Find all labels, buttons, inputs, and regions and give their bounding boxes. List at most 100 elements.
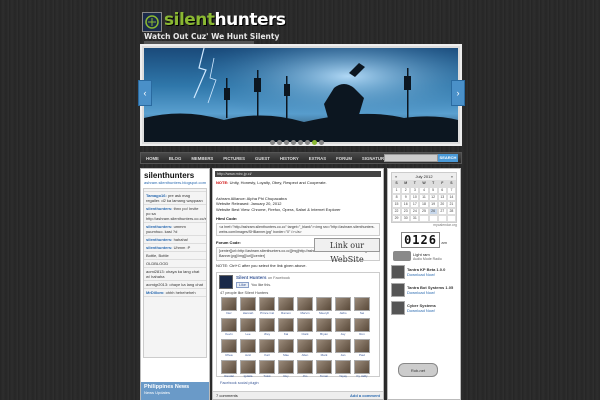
fb-fan[interactable]: Rhea [221, 338, 237, 357]
html-code-box[interactable]: <a href="http://ashram.silenthunters.co.… [216, 223, 380, 237]
download-link[interactable]: Download Now! [407, 308, 436, 313]
fb-fan[interactable]: Ky Jailly [354, 359, 370, 378]
slider-dot[interactable] [284, 140, 289, 145]
cal-day[interactable]: 3 [410, 187, 420, 194]
slider-dot[interactable] [270, 140, 275, 145]
cal-day[interactable]: 12 [428, 194, 438, 201]
fb-fan[interactable]: Igdaila [240, 359, 256, 378]
cal-day[interactable]: 18 [419, 201, 429, 208]
fb-fan[interactable]: Tomar [316, 359, 332, 378]
nav-item-guest[interactable]: GUEST [250, 156, 275, 161]
cal-day[interactable]: 27 [437, 208, 447, 215]
link-banner[interactable]: Link our WebSite [314, 238, 380, 264]
slider-dot[interactable] [291, 140, 296, 145]
cal-day[interactable]: 22 [392, 208, 402, 215]
cal-day[interactable]: 10 [410, 194, 420, 201]
nav-item-members[interactable]: MEMBERS [186, 156, 218, 161]
fb-fan[interactable]: Jay [335, 317, 351, 336]
download-item[interactable]: Cyber Systems Download Now! [391, 301, 457, 315]
cal-day[interactable]: 26 [428, 208, 438, 215]
shout-author[interactable]: silenthunters: [146, 237, 174, 242]
fb-fan[interactable]: Tulok [259, 359, 275, 378]
fb-fan[interactable]: Sei [354, 296, 370, 315]
nav-item-blog[interactable]: BLOG [164, 156, 186, 161]
fb-fan[interactable]: Marvin [297, 296, 313, 315]
cal-day[interactable]: 16 [401, 201, 411, 208]
fb-fan[interactable]: Clark [297, 317, 313, 336]
light-toggle[interactable] [393, 251, 411, 261]
download-link[interactable]: Download Now! [407, 272, 445, 277]
cal-day[interactable]: 17 [410, 201, 420, 208]
fb-fan[interactable]: Yayay [335, 359, 351, 378]
fb-fan[interactable]: Allen [297, 338, 313, 357]
cal-day[interactable]: 23 [401, 208, 411, 215]
fb-fan[interactable]: Mae [278, 338, 294, 357]
search-button[interactable]: SEARCH [438, 154, 458, 162]
slider-prev-button[interactable]: ‹ [138, 80, 152, 106]
fb-fan[interactable]: Paul [354, 338, 370, 357]
fb-fan[interactable]: Jhey [259, 317, 275, 336]
slider-dot[interactable] [298, 140, 303, 145]
slider-dot[interactable] [312, 140, 317, 145]
cal-next-icon[interactable]: » [451, 174, 453, 179]
cal-day[interactable]: 28 [446, 208, 456, 215]
fb-fan[interactable]: Jaiho [335, 296, 351, 315]
fb-page-logo[interactable] [219, 274, 233, 289]
fb-fan[interactable]: Kevin [221, 317, 237, 336]
cal-day[interactable]: 14 [446, 194, 456, 201]
fb-fan[interactable]: Kai [278, 317, 294, 336]
fb-fan[interactable]: Jan [335, 338, 351, 357]
fb-fan[interactable]: Mark [316, 338, 332, 357]
nav-item-home[interactable]: HOME [141, 156, 164, 161]
cal-day[interactable]: 9 [401, 194, 411, 201]
news-box[interactable]: Philippines News News Updates [141, 382, 209, 400]
cal-day[interactable]: 8 [392, 194, 402, 201]
fb-fan[interactable]: Meeryll [316, 296, 332, 315]
fb-fan[interactable]: Ramon [278, 296, 294, 315]
cal-day[interactable]: 1 [392, 187, 402, 194]
cal-day[interactable]: 21 [446, 201, 456, 208]
cal-day[interactable]: 6 [437, 187, 447, 194]
calendar-credit[interactable]: mycalendar.org [388, 223, 460, 227]
shout-author[interactable]: MrDillom: [146, 290, 166, 295]
shoutbox[interactable]: Tamago16: pre ask mag regaller. d2 ka la… [143, 188, 207, 358]
url-bar[interactable]: http://www.mirc.jp.ci/ [215, 171, 381, 177]
nav-item-extras[interactable]: EXTRAS [304, 156, 331, 161]
search-input[interactable] [384, 154, 438, 162]
slide-image[interactable] [144, 48, 458, 142]
shout-author[interactable]: silenthunters: [146, 245, 174, 250]
cal-day[interactable]: 25 [419, 208, 429, 215]
fb-fan[interactable]: Dez [221, 296, 237, 315]
nav-item-forum[interactable]: FORUM [331, 156, 357, 161]
cal-day[interactable]: 30 [401, 215, 411, 222]
fb-like-button[interactable]: Like [236, 282, 249, 289]
cal-day[interactable]: 29 [392, 215, 402, 222]
cal-prev-icon[interactable]: « [395, 174, 397, 179]
fb-fan[interactable]: Jho [297, 359, 313, 378]
cal-day[interactable]: 31 [410, 215, 420, 222]
download-link[interactable]: Download Now! [407, 290, 453, 295]
fb-fan[interactable]: Bryan [316, 317, 332, 336]
slider-next-button[interactable]: › [451, 80, 465, 106]
download-item[interactable]: Tantra Bot Systems 1.05 Download Now! [391, 283, 457, 297]
slider-dot[interactable] [277, 140, 282, 145]
cal-day[interactable]: 20 [437, 201, 447, 208]
cal-day[interactable]: 11 [419, 194, 429, 201]
nav-item-pictures[interactable]: PICTURES [218, 156, 250, 161]
fb-fan[interactable]: Lee [240, 317, 256, 336]
fb-fan[interactable]: Jeric [240, 338, 256, 357]
cal-day[interactable]: 24 [410, 208, 420, 215]
fb-fan[interactable]: Rey [278, 359, 294, 378]
cal-day[interactable]: 4 [419, 187, 429, 194]
sidebar-link[interactable]: ashram.silenthunters.blogspot.com [141, 180, 209, 185]
site-logo[interactable]: silenthunters Watch Out Cuz' We Hunt Sil… [142, 10, 286, 44]
cal-day[interactable]: 2 [401, 187, 411, 194]
nav-item-history[interactable]: HISTORY [275, 156, 304, 161]
fb-fan[interactable]: Prince Cal [259, 296, 275, 315]
slider-dot[interactable] [319, 140, 324, 145]
cal-day[interactable]: 7 [446, 187, 456, 194]
add-comment-link[interactable]: Add a comment [350, 393, 380, 398]
download-item[interactable]: Tantra KP Beta 1.0.0 Download Now! [391, 265, 457, 279]
fb-page-name[interactable]: Silent Hunters [236, 275, 267, 280]
cal-day[interactable]: 15 [392, 201, 402, 208]
